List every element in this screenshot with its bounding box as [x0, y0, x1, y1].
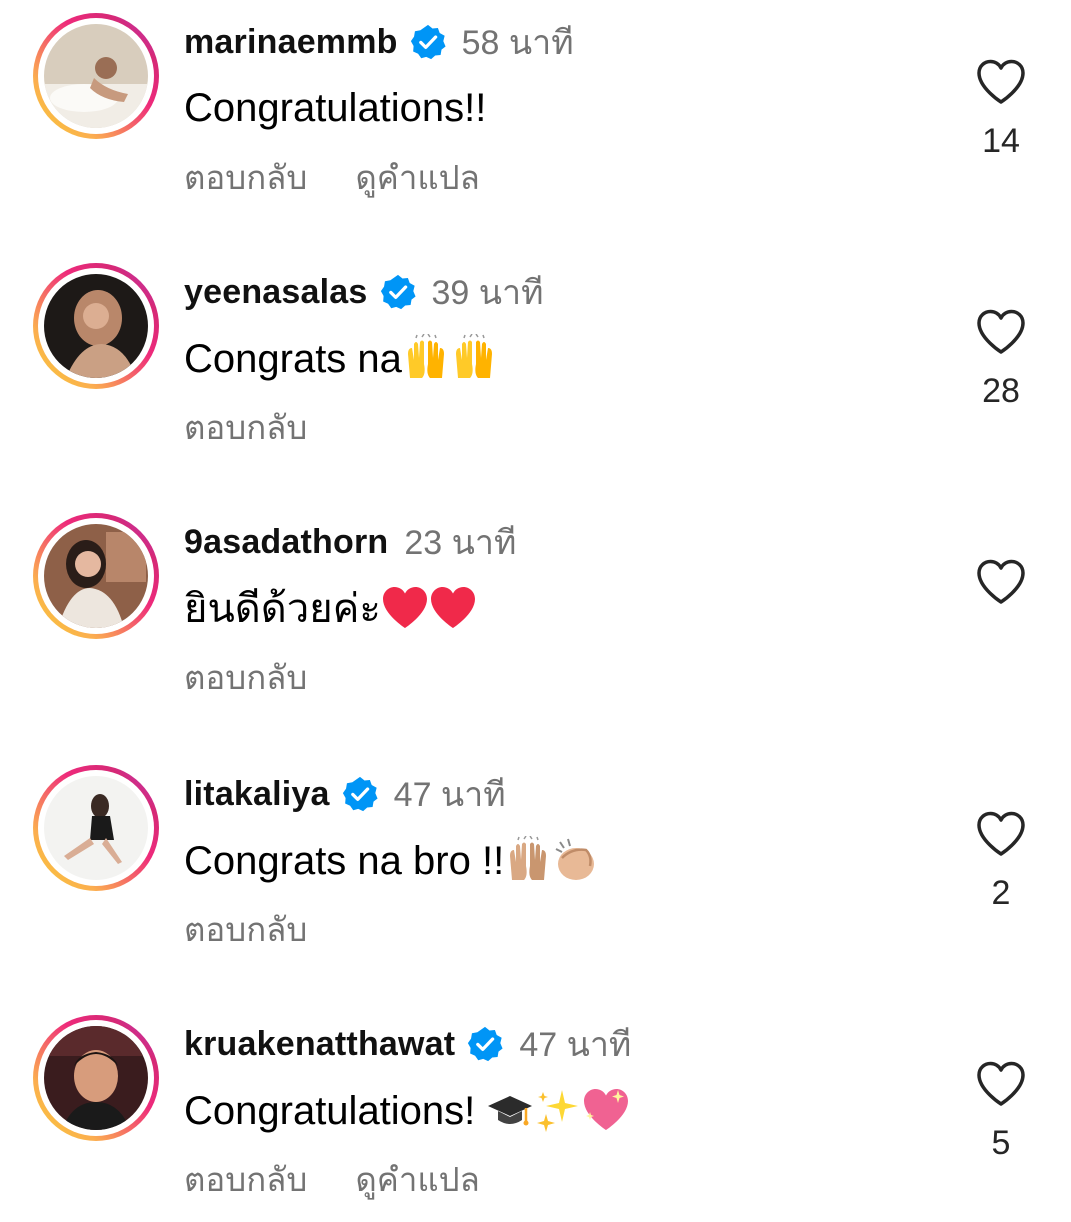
avatar[interactable]: [44, 1026, 148, 1130]
comments-list: marinaemmb 58 นาที Congratulations!! ตอบ…: [0, 0, 1071, 1218]
raising-hands-tone-emoji: [504, 836, 552, 884]
comment-time: 39 นาที: [431, 274, 544, 312]
like-heart-icon[interactable]: [975, 1060, 1027, 1108]
graduation-cap-emoji: [486, 1086, 534, 1134]
avatar[interactable]: [44, 274, 148, 378]
comment-text: Congratulations!!: [184, 86, 487, 130]
like-heart-icon[interactable]: [975, 810, 1027, 858]
like-heart-icon[interactable]: [975, 58, 1027, 106]
username[interactable]: marinaemmb: [184, 23, 398, 62]
sparkles-emoji: [534, 1086, 582, 1134]
comment-text: ยินดีด้วยค่ะ: [184, 587, 381, 631]
comment-item: yeenasalas 39 นาที Congrats na ตอบกลับ 2…: [0, 250, 1071, 470]
red-heart-emoji: [381, 584, 429, 632]
avatar-story-ring[interactable]: [33, 513, 159, 639]
comment-time: 47 นาที: [519, 1026, 632, 1064]
comment-text-line: Congratulations!: [184, 1086, 630, 1135]
avatar-story-ring[interactable]: [33, 1015, 159, 1141]
comment-text: Congrats na bro !!: [184, 839, 505, 883]
reply-button[interactable]: ตอบกลับ: [184, 651, 307, 704]
comment-text-line: Congrats na bro !!: [184, 836, 600, 885]
red-heart-emoji: [429, 584, 477, 632]
avatar[interactable]: [44, 524, 148, 628]
like-count: 2: [991, 874, 1011, 912]
avatar-story-ring[interactable]: [33, 765, 159, 891]
comment-item: 9asadathorn 23 นาที ยินดีด้วยค่ะ ตอบกลับ: [0, 500, 1071, 720]
like-count: 28: [982, 372, 1020, 410]
verified-badge-icon: [380, 274, 416, 310]
avatar[interactable]: [44, 776, 148, 880]
username[interactable]: 9asadathorn: [184, 523, 388, 562]
avatar[interactable]: [44, 24, 148, 128]
verified-badge-icon: [467, 1026, 503, 1062]
avatar-story-ring[interactable]: [33, 13, 159, 139]
comment-time: 23 นาที: [404, 524, 517, 562]
username[interactable]: litakaliya: [184, 775, 330, 814]
like-heart-icon[interactable]: [975, 558, 1027, 606]
see-translation-button[interactable]: ดูคำแปล: [355, 1153, 479, 1206]
comment-time: 47 นาที: [393, 776, 506, 814]
raising-hands-emoji: [402, 334, 450, 382]
see-translation-button[interactable]: ดูคำแปล: [355, 151, 479, 204]
reply-button[interactable]: ตอบกลับ: [184, 903, 307, 956]
comment-text-line: Congratulations!!: [184, 84, 486, 132]
verified-badge-icon: [410, 24, 446, 60]
comment-text: Congratulations!: [184, 1089, 487, 1133]
comment-item: kruakenatthawat 47 นาที Congratulations!…: [0, 1002, 1071, 1222]
verified-badge-icon: [342, 776, 378, 812]
reply-button[interactable]: ตอบกลับ: [184, 1153, 307, 1206]
comment-text-line: ยินดีด้วยค่ะ: [184, 584, 477, 633]
comment-text-line: Congrats na: [184, 334, 498, 383]
like-heart-icon[interactable]: [975, 308, 1027, 356]
sparkling-heart-emoji: [582, 1086, 630, 1134]
comment-time: 58 นาที: [461, 24, 574, 62]
like-count: 14: [982, 122, 1020, 160]
reply-button[interactable]: ตอบกลับ: [184, 401, 307, 454]
username[interactable]: kruakenatthawat: [184, 1025, 455, 1064]
raising-hands-emoji: [450, 334, 498, 382]
avatar-story-ring[interactable]: [33, 263, 159, 389]
comment-text: Congrats na: [184, 337, 402, 381]
clapping-hands-tone-emoji: [552, 836, 600, 884]
comment-item: litakaliya 47 นาที Congrats na bro !! ตอ…: [0, 752, 1071, 972]
like-count: 5: [991, 1124, 1011, 1162]
username[interactable]: yeenasalas: [184, 273, 368, 312]
reply-button[interactable]: ตอบกลับ: [184, 151, 307, 204]
comment-item: marinaemmb 58 นาที Congratulations!! ตอบ…: [0, 0, 1071, 220]
